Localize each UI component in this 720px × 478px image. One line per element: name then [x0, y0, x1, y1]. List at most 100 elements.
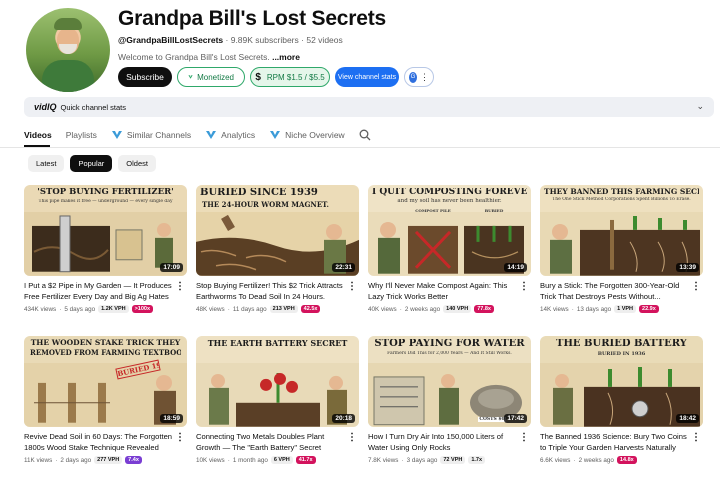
chevron-down-icon[interactable]: ⌄ [696, 101, 704, 112]
monetized-button[interactable]: Monetized [177, 67, 245, 87]
video-menu-icon[interactable]: ⋮ [175, 432, 185, 443]
more-link[interactable]: ...more [272, 52, 300, 62]
video-count: 52 videos [306, 35, 343, 45]
video-menu-icon[interactable]: ⋮ [519, 281, 529, 292]
tab-similar-channels[interactable]: Similar Channels [111, 130, 191, 140]
video-menu-icon[interactable]: ⋮ [175, 281, 185, 292]
video-card[interactable]: THEY BANNED THIS FARMING SECRET. The One… [540, 185, 703, 313]
vidiq-icon [188, 75, 193, 79]
video-card[interactable]: STOP PAYING FOR WATER Farmers Did This f… [368, 336, 531, 464]
vidiq-quick-stats-bar[interactable]: vidIQ Quick channel stats ⌄ [24, 97, 714, 117]
video-title[interactable]: How I Turn Dry Air Into 150,000 Liters o… [368, 432, 518, 453]
video-menu-icon[interactable]: ⋮ [691, 281, 701, 292]
vidiq-icon [111, 131, 122, 139]
chip-popular[interactable]: Popular [70, 155, 113, 172]
video-title[interactable]: Connecting Two Metals Doubles Plant Grow… [196, 432, 346, 453]
video-menu-icon[interactable]: ⋮ [347, 281, 357, 292]
video-meta: 14K views · 13 days ago 1 VPH 22.9x [540, 305, 659, 313]
vph-badge: 140 VPH [443, 305, 472, 313]
thumbnail-subhead: BURIED IN 1936 [597, 351, 646, 357]
avatar-hat [54, 18, 82, 30]
vidiq-logo: vidIQ [34, 102, 57, 112]
outlier-badge: 1.7x [468, 456, 486, 464]
thumbnail-headline: I QUIT COMPOSTING FOREVER [372, 188, 527, 197]
video-meta: 7.8K views · 3 days ago 72 VPH 1.7x [368, 456, 486, 464]
video-views: 14K views [540, 305, 569, 313]
video-title[interactable]: The Banned 1936 Science: Bury Two Coins … [540, 432, 690, 453]
video-age: 11 days ago [232, 305, 267, 313]
chip-oldest[interactable]: Oldest [118, 155, 156, 172]
video-thumbnail[interactable]: STOP PAYING FOR WATER Farmers Did This f… [368, 336, 531, 427]
outlier-badge: 7.4x [125, 456, 142, 464]
thumbnail-headline: BURIED SINCE 1939 [200, 188, 318, 198]
video-card[interactable]: I QUIT COMPOSTING FOREVER and my soil ha… [368, 185, 531, 313]
search-icon[interactable] [359, 129, 371, 141]
thumbnail-subhead: REMOVED FROM FARMING TEXTBOOKS [30, 348, 181, 357]
video-title[interactable]: Stop Buying Fertilizer! This $2 Trick At… [196, 281, 346, 302]
sort-chips: Latest Popular Oldest [28, 155, 156, 172]
video-views: 6.6K views [540, 456, 571, 464]
video-meta: 10K views · 1 month ago 6 VPH 41.7x [196, 456, 316, 464]
video-title[interactable]: I Put a $2 Pipe in My Garden — It Produc… [24, 281, 174, 302]
video-meta: 11K views · 2 days ago 277 VPH 7.4x [24, 456, 142, 464]
video-title[interactable]: Revive Dead Soil in 60 Days: The Forgott… [24, 432, 174, 453]
video-menu-icon[interactable]: ⋮ [347, 432, 357, 443]
video-duration: 13:39 [676, 263, 699, 272]
video-duration: 22:31 [332, 263, 355, 272]
video-menu-icon[interactable]: ⋮ [519, 432, 529, 443]
view-channel-stats-button[interactable]: View channel stats [335, 67, 399, 87]
video-views: 48K views [196, 305, 225, 313]
video-thumbnail[interactable]: 'STOP BUYING FERTILIZER' This pipe makes… [24, 185, 187, 276]
vph-badge: 213 VPH [269, 305, 298, 313]
rpm-button[interactable]: $ RPM $1.5 / $5.5 [250, 67, 330, 87]
channel-avatar[interactable] [26, 8, 110, 92]
video-thumbnail[interactable]: THEY BANNED THIS FARMING SECRET. The One… [540, 185, 703, 276]
video-card[interactable]: THE WOODEN STAKE TRICK THEY REMOVED FROM… [24, 336, 187, 464]
video-thumbnail[interactable]: BURIED SINCE 1939 THE 24-HOUR WORM MAGNE… [196, 185, 359, 276]
video-meta: 48K views · 11 days ago 213 VPH 42.5x [196, 305, 321, 313]
video-age: 2 weeks ago [404, 305, 441, 313]
outlier-badge: 41.7x [295, 456, 316, 464]
vph-badge: 1.2K VPH [98, 305, 129, 313]
video-duration: 18:42 [676, 414, 699, 423]
thumbnail-label: BURIED [484, 208, 504, 213]
video-duration: 20:18 [332, 414, 355, 423]
chip-latest[interactable]: Latest [28, 155, 65, 172]
video-card[interactable]: 'STOP BUYING FERTILIZER' This pipe makes… [24, 185, 187, 313]
video-duration: 14:19 [504, 263, 527, 272]
video-age: 3 days ago [406, 456, 438, 464]
channel-description[interactable]: Welcome to Grandpa Bill's Lost Secrets. … [118, 52, 300, 62]
tab-niche-overview[interactable]: Niche Overview [269, 130, 345, 140]
thumbnail-subhead: THE 24-HOUR WORM MAGNET. [202, 200, 329, 209]
video-card[interactable]: THE BURIED BATTERY BURIED IN 1936 18:42 … [540, 336, 703, 464]
video-card[interactable]: BURIED SINCE 1939 THE 24-HOUR WORM MAGNE… [196, 185, 359, 313]
tab-playlists[interactable]: Playlists [66, 130, 97, 140]
channel-tabs: Videos Playlists Similar Channels Analyt… [24, 127, 371, 143]
outlier-badge: 77.8x [474, 305, 494, 313]
video-views: 434K views [24, 305, 57, 313]
thumbnail-headline: THEY BANNED THIS FARMING SECRET. [544, 188, 699, 196]
g-icon: G [409, 71, 417, 83]
video-thumbnail[interactable]: THE BURIED BATTERY BURIED IN 1936 18:42 [540, 336, 703, 427]
video-thumbnail[interactable]: I QUIT COMPOSTING FOREVER and my soil ha… [368, 185, 531, 276]
video-thumbnail[interactable]: THE WOODEN STAKE TRICK THEY REMOVED FROM… [24, 336, 187, 427]
tab-videos[interactable]: Videos [24, 130, 52, 140]
channel-handle: @GrandpaBillLostSecrets [118, 35, 224, 45]
video-meta: 40K views · 2 weeks ago 140 VPH 77.8x [368, 305, 494, 313]
thumbnail-subhead: and my soil has never been healthier. [397, 198, 502, 204]
quick-stats-label: Quick channel stats [60, 102, 126, 112]
video-menu-icon[interactable]: ⋮ [691, 432, 701, 443]
video-card[interactable]: THE EARTH BATTERY SECRET 20:18 Connectin… [196, 336, 359, 464]
video-title[interactable]: Why I'll Never Make Compost Again: This … [368, 281, 518, 302]
video-views: 11K views [24, 456, 53, 464]
subscribe-button[interactable]: Subscribe [118, 67, 172, 87]
video-age: 2 days ago [60, 456, 92, 464]
video-title[interactable]: Bury a Stick: The Forgotten 300-Year-Old… [540, 281, 690, 302]
thumbnail-label: COMPOST PILE [415, 208, 451, 213]
thumbnail-headline: THE EARTH BATTERY SECRET [207, 339, 348, 347]
thumbnail-subhead: This pipe makes it free — underground — … [38, 199, 173, 204]
video-thumbnail[interactable]: THE EARTH BATTERY SECRET 20:18 [196, 336, 359, 427]
extension-menu-button[interactable]: G ⋮ [404, 67, 434, 87]
video-age: 13 days ago [576, 305, 612, 313]
tab-analytics[interactable]: Analytics [205, 130, 255, 140]
